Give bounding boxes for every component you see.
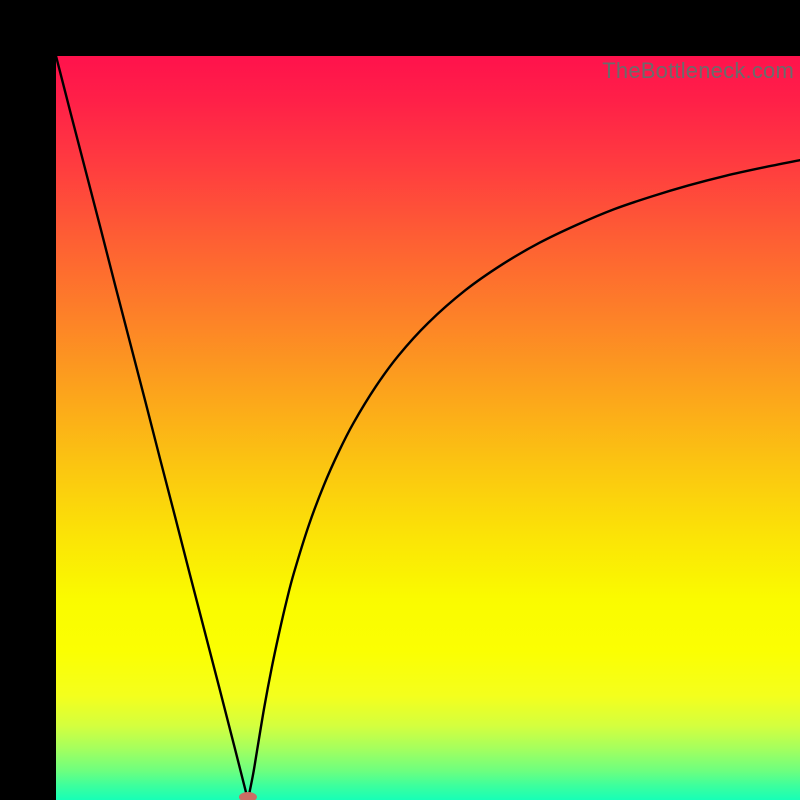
watermark-text: TheBottleneck.com (602, 58, 794, 84)
chart-plot-area: TheBottleneck.com (56, 56, 800, 800)
chart-frame: TheBottleneck.com (0, 0, 800, 800)
chart-background (56, 56, 800, 800)
chart-svg (56, 56, 800, 800)
